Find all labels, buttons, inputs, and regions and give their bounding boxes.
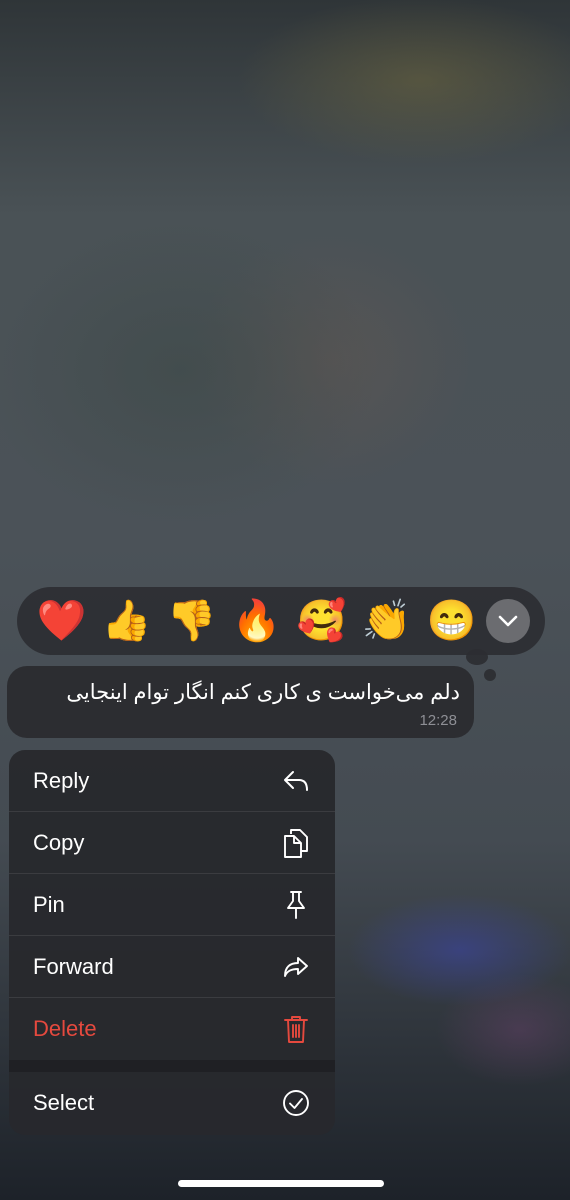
reaction-bar: ❤️ 👍 👎 🔥 🥰 👏 😁 <box>17 587 545 655</box>
reaction-clapping-hands[interactable]: 👏 <box>354 590 419 652</box>
home-indicator[interactable] <box>178 1180 384 1187</box>
pin-icon <box>281 890 311 920</box>
message-timestamp: 12:28 <box>419 712 457 729</box>
forward-menu-item[interactable]: Forward <box>9 936 335 998</box>
message-context-menu: Reply Copy Pin Forward Delete Select <box>9 750 335 1135</box>
reaction-beaming-face[interactable]: 😁 <box>419 590 484 652</box>
delete-menu-item[interactable]: Delete <box>9 998 335 1060</box>
reply-label: Reply <box>33 767 90 793</box>
reaction-smiling-face-with-hearts[interactable]: 🥰 <box>289 590 354 652</box>
reply-arrow-icon <box>281 766 311 796</box>
copy-label: Copy <box>33 829 85 855</box>
pin-menu-item[interactable]: Pin <box>9 874 335 936</box>
forward-label: Forward <box>33 953 114 979</box>
trash-icon <box>281 1014 311 1044</box>
message-bubble[interactable]: دلم می‌خواست ی کاری کنم انگار توام اینجا… <box>7 666 474 738</box>
reply-menu-item[interactable]: Reply <box>9 750 335 812</box>
delete-label: Delete <box>33 1016 97 1041</box>
reaction-thumbs-up[interactable]: 👍 <box>94 590 159 652</box>
checkmark-circle-icon <box>281 1088 311 1118</box>
message-text: دلم می‌خواست ی کاری کنم انگار توام اینجا… <box>66 681 460 704</box>
reaction-red-heart[interactable]: ❤️ <box>29 590 94 652</box>
reaction-bar-tail-dot <box>484 669 496 681</box>
forward-arrow-icon <box>281 952 311 982</box>
expand-reactions-button[interactable] <box>486 599 530 643</box>
select-menu-item[interactable]: Select <box>9 1072 335 1134</box>
select-label: Select <box>33 1090 95 1115</box>
reaction-bar-tail <box>466 649 488 665</box>
reaction-fire[interactable]: 🔥 <box>224 590 289 652</box>
copy-document-icon <box>281 828 311 858</box>
chevron-down-icon <box>498 615 518 627</box>
pin-label: Pin <box>33 891 65 917</box>
copy-menu-item[interactable]: Copy <box>9 812 335 874</box>
reaction-thumbs-down[interactable]: 👎 <box>159 590 224 652</box>
menu-section-divider <box>9 1060 335 1072</box>
